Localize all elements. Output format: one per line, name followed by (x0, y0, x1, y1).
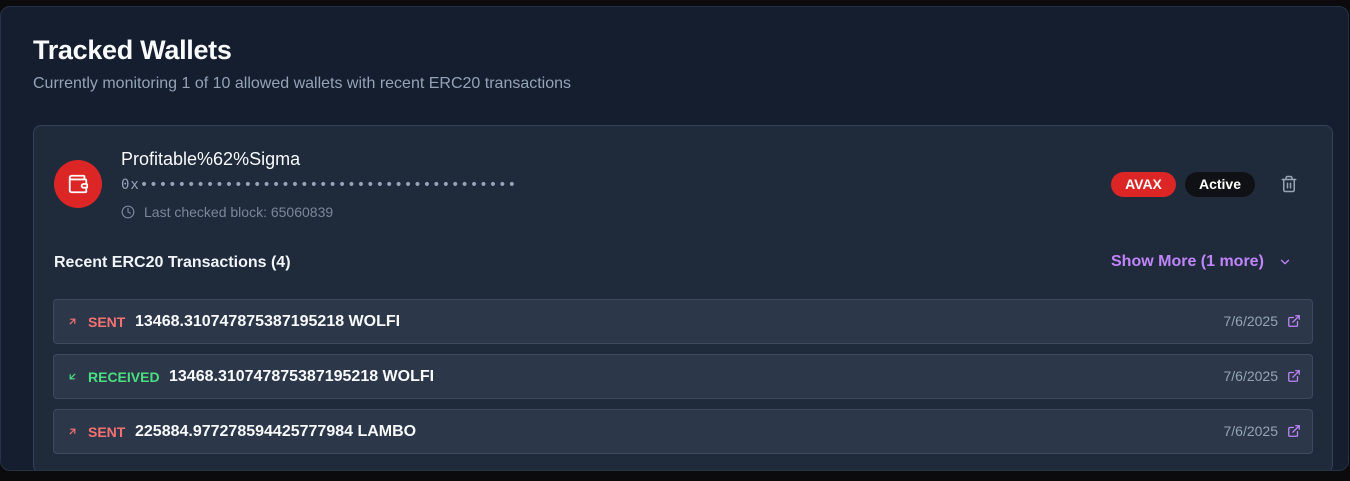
transaction-direction: RECEIVED (67, 355, 160, 398)
direction-label: RECEIVED (88, 368, 160, 385)
transaction-direction: SENT (67, 410, 125, 453)
page-subtitle: Currently monitoring 1 of 10 allowed wal… (33, 75, 572, 92)
wallet-card: Profitable%62%Sigma 0x••••••••••••••••••… (33, 125, 1333, 470)
transactions-heading: Recent ERC20 Transactions (4) (54, 254, 291, 271)
transaction-amount: 13468.310747875387195218 WOLFI (135, 313, 401, 330)
external-link-button[interactable] (1287, 369, 1302, 384)
page-title: Tracked Wallets (33, 35, 232, 65)
transaction-date: 7/6/2025 (1223, 313, 1279, 329)
trash-icon (1281, 175, 1297, 193)
wallet-icon (54, 160, 102, 208)
transaction-amount: 225884.977278594425777984 LAMBO (135, 423, 417, 440)
external-link-button[interactable] (1287, 314, 1302, 329)
transaction-date: 7/6/2025 (1223, 368, 1279, 384)
transaction-date: 7/6/2025 (1223, 423, 1279, 439)
last-checked: Last checked block: 65060839 (121, 204, 333, 220)
chain-badge: AVAX (1111, 172, 1176, 197)
transaction-row: SENT 13468.310747875387195218 WOLFI 7/6/… (53, 299, 1313, 344)
transaction-row: SENT 225884.977278594425777984 LAMBO 7/6… (53, 409, 1313, 454)
transaction-amount: 13468.310747875387195218 WOLFI (169, 368, 435, 385)
show-more-label: Show More (1 more) (1111, 253, 1264, 270)
clock-icon (121, 205, 135, 219)
direction-label: SENT (88, 423, 126, 440)
wallet-name: Profitable%62%Sigma (121, 149, 301, 169)
external-link-button[interactable] (1287, 424, 1302, 439)
transaction-direction: SENT (67, 300, 125, 343)
delete-wallet-button[interactable] (1278, 173, 1300, 195)
tracked-wallets-panel: Tracked Wallets Currently monitoring 1 o… (0, 6, 1349, 471)
external-link-icon (1288, 425, 1300, 437)
direction-label: SENT (88, 313, 126, 330)
chevron-down-icon (1280, 259, 1290, 265)
arrow-up-right-icon (69, 428, 76, 435)
external-link-icon (1288, 370, 1300, 382)
status-badge: Active (1185, 172, 1255, 197)
last-checked-label: Last checked block: 65060839 (144, 204, 334, 220)
external-link-icon (1288, 315, 1300, 327)
arrow-down-left-icon (69, 373, 76, 380)
wallet-address: 0x••••••••••••••••••••••••••••••••••••••… (121, 177, 518, 193)
show-more-button[interactable]: Show More (1 more) (1111, 253, 1292, 271)
arrow-up-right-icon (69, 318, 76, 325)
transaction-row: RECEIVED 13468.310747875387195218 WOLFI … (53, 354, 1313, 399)
